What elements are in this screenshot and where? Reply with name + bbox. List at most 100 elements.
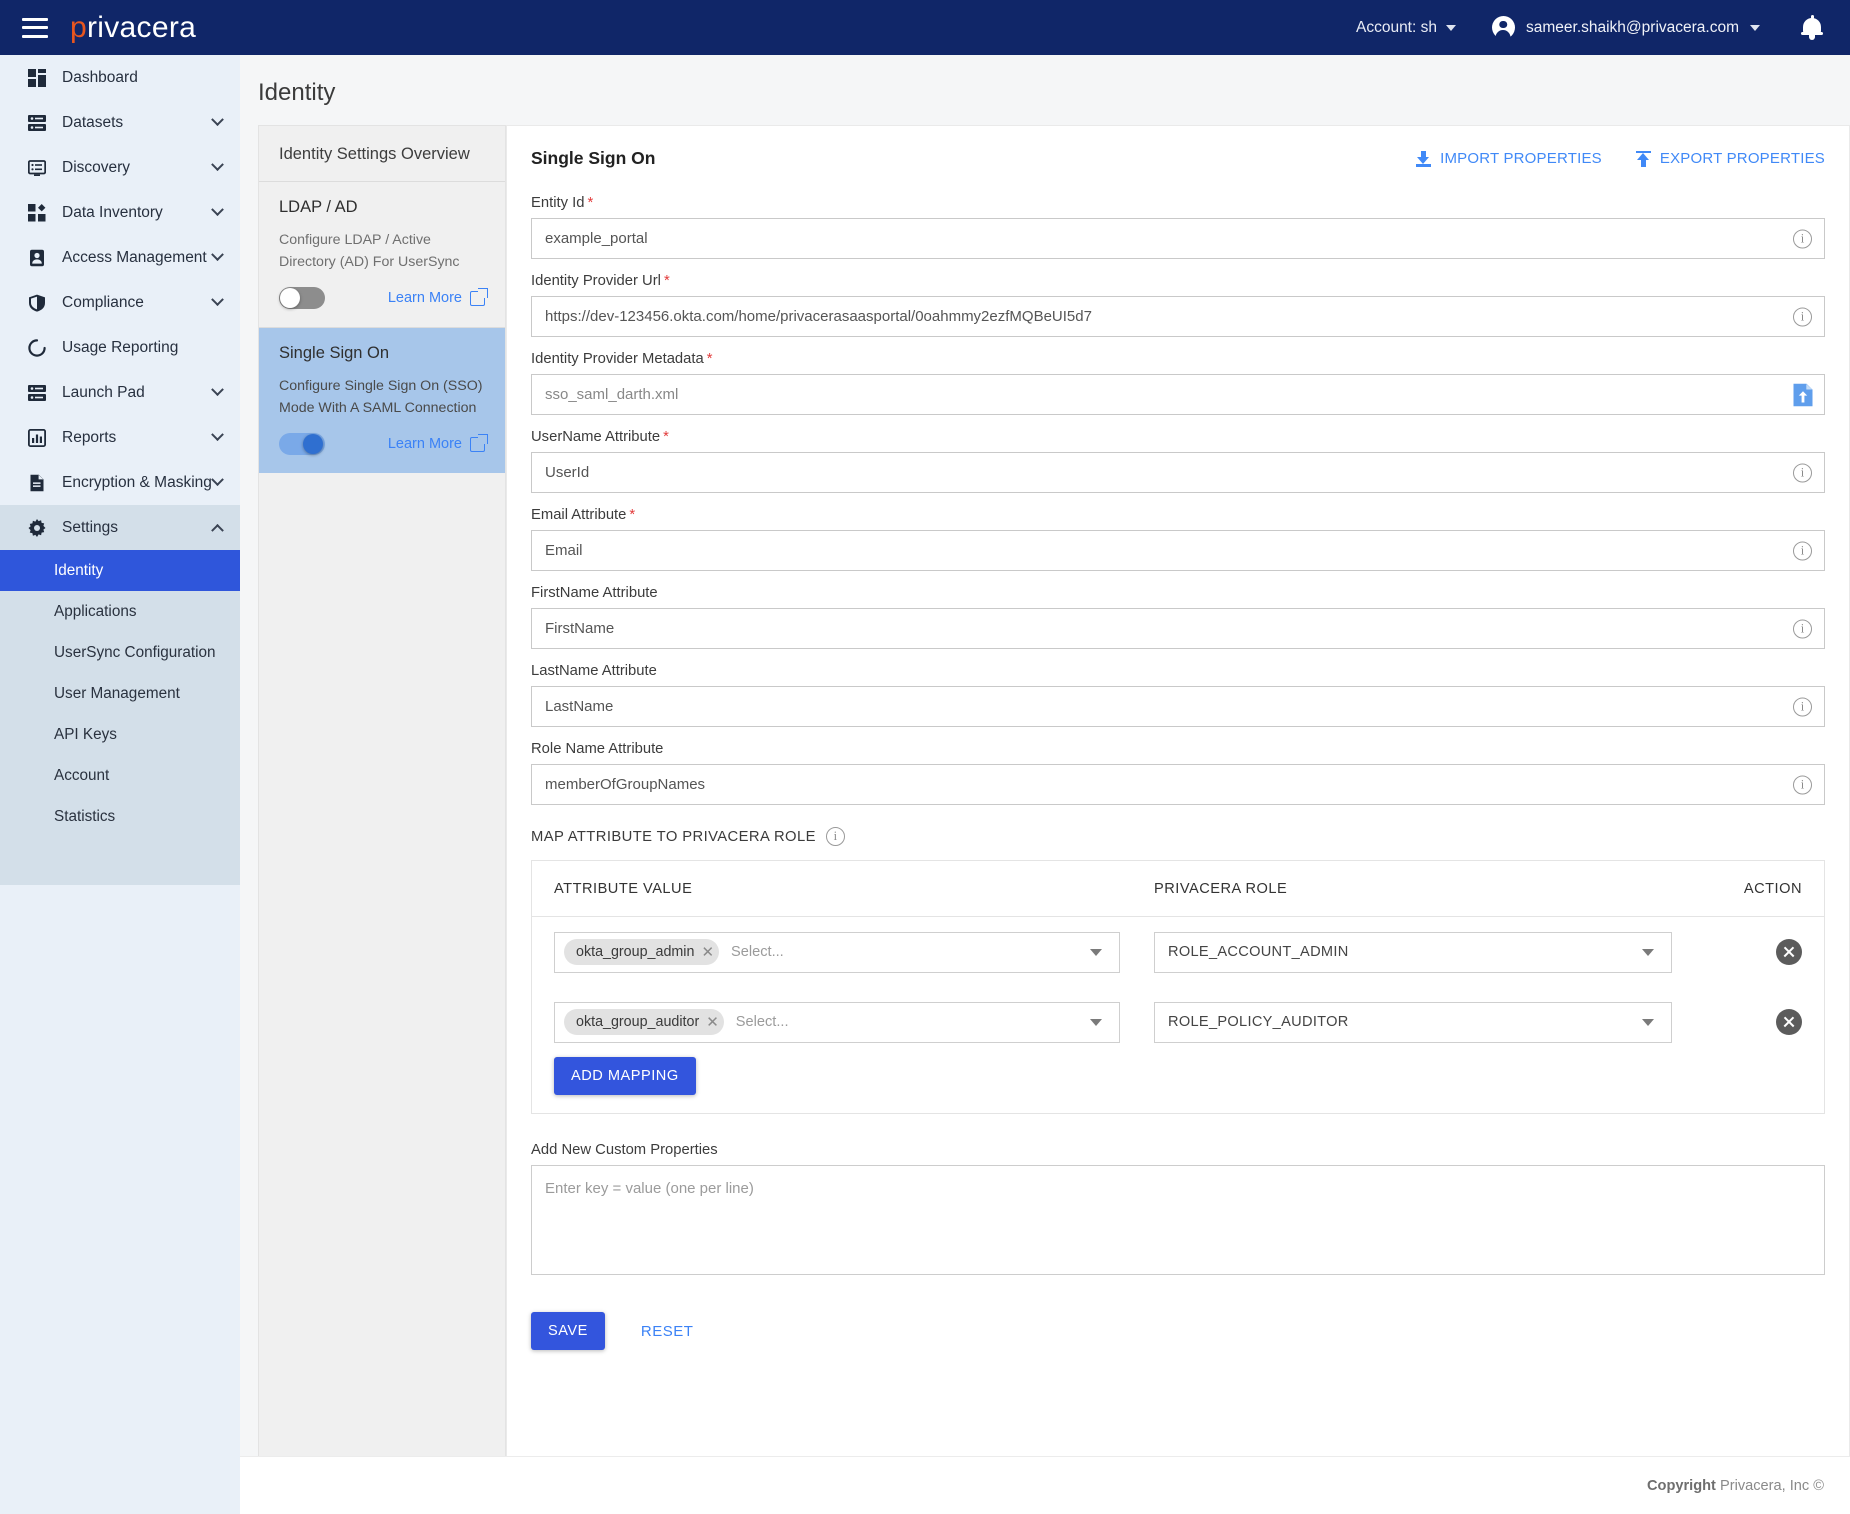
- save-button[interactable]: SAVE: [531, 1312, 605, 1350]
- entity-id-input[interactable]: [531, 218, 1825, 259]
- map-attribute-section-header: MAP ATTRIBUTE TO PRIVACERA ROLE i: [531, 827, 1825, 846]
- reset-button[interactable]: RESET: [635, 1313, 700, 1350]
- column-header-attribute-value: ATTRIBUTE VALUE: [554, 880, 693, 897]
- lastname-attribute-input[interactable]: [531, 686, 1825, 727]
- sidebar-item-usage-reporting[interactable]: Usage Reporting: [0, 325, 240, 370]
- top-bar-right: Account: sh sameer.shaikh@privacera.com: [1356, 14, 1824, 41]
- attribute-value-multiselect[interactable]: okta_group_auditor ✕ Select...: [554, 1001, 1120, 1043]
- user-menu[interactable]: sameer.shaikh@privacera.com: [1491, 16, 1760, 39]
- info-icon[interactable]: i: [825, 827, 845, 846]
- attribute-chip[interactable]: okta_group_admin ✕: [564, 939, 720, 965]
- sidebar-item-label: Access Management: [62, 248, 207, 266]
- email-attribute-input[interactable]: [531, 530, 1825, 571]
- info-icon[interactable]: i: [1793, 307, 1812, 326]
- overview-card-title: Single Sign On: [279, 344, 390, 362]
- ldap-ad-learn-more-link[interactable]: Learn More: [388, 287, 488, 306]
- info-icon[interactable]: i: [1793, 775, 1812, 794]
- export-properties-button[interactable]: EXPORT PROPERTIES: [1635, 150, 1825, 167]
- info-icon[interactable]: i: [1793, 697, 1812, 716]
- delete-mapping-button[interactable]: [1776, 939, 1802, 965]
- import-properties-button[interactable]: IMPORT PROPERTIES: [1416, 150, 1602, 167]
- firstname-attribute-input[interactable]: [531, 608, 1825, 649]
- field-label: Identity Provider Metadata *: [531, 351, 713, 367]
- sidebar-item-usersync-configuration[interactable]: UserSync Configuration: [0, 632, 240, 673]
- cell-attribute-value: okta_group_auditor ✕ Select...: [554, 1001, 1154, 1043]
- account-selector[interactable]: Account: sh: [1356, 19, 1456, 37]
- sidebar-item-user-management[interactable]: User Management: [0, 673, 240, 714]
- sidebar-item-settings[interactable]: Settings: [0, 505, 240, 550]
- sidebar-item-api-keys[interactable]: API Keys: [0, 714, 240, 755]
- sidebar: Dashboard Datasets Discovery Data Invent…: [0, 55, 240, 1456]
- notifications-bell-icon[interactable]: [1800, 14, 1824, 41]
- user-email: sameer.shaikh@privacera.com: [1525, 18, 1739, 36]
- single-sign-on-learn-more-link[interactable]: Learn More: [388, 433, 488, 452]
- gear-icon: [26, 518, 48, 537]
- single-sign-on-toggle[interactable]: [279, 433, 325, 455]
- identity-provider-metadata-input[interactable]: [531, 374, 1825, 415]
- privacera-role-select[interactable]: ROLE_POLICY_AUDITOR: [1154, 1001, 1672, 1043]
- chevron-down-icon: [211, 113, 224, 127]
- sidebar-item-compliance[interactable]: Compliance: [0, 280, 240, 325]
- sidebar-item-access-management[interactable]: Access Management: [0, 235, 240, 280]
- sidebar-item-label: Encryption & Masking: [62, 473, 212, 491]
- reports-icon: [26, 428, 48, 447]
- sidebar-item-datasets[interactable]: Datasets: [0, 100, 240, 145]
- required-asterisk: *: [663, 429, 669, 445]
- sidebar-item-reports[interactable]: Reports: [0, 415, 240, 460]
- copyright-rest: Privacera, Inc ©: [1715, 1477, 1824, 1494]
- menu-toggle-icon[interactable]: [22, 17, 48, 38]
- attribute-chip[interactable]: okta_group_auditor ✕: [564, 1009, 724, 1035]
- datasets-icon: [26, 114, 48, 132]
- info-icon[interactable]: i: [1793, 619, 1812, 638]
- privacera-role-select[interactable]: ROLE_ACCOUNT_ADMIN: [1154, 931, 1672, 973]
- info-icon[interactable]: i: [1793, 541, 1812, 560]
- delete-mapping-button[interactable]: [1776, 1009, 1802, 1035]
- chip-remove-icon[interactable]: ✕: [706, 1015, 719, 1030]
- sidebar-item-label: Reports: [62, 428, 117, 446]
- field-label: FirstName Attribute: [531, 585, 658, 601]
- ldap-ad-toggle[interactable]: [279, 287, 325, 309]
- username-attribute-input[interactable]: [531, 452, 1825, 493]
- overview-card-controls: Learn More: [279, 433, 488, 455]
- sidebar-subitem-label: User Management: [54, 684, 180, 702]
- field-entity-id: Entity Id* i: [531, 195, 1825, 259]
- cell-action: [1706, 1009, 1802, 1035]
- access-management-icon: [26, 249, 48, 267]
- field-role-name-attribute: Role Name Attribute i: [531, 741, 1825, 805]
- field-lastname-attribute: LastName Attribute i: [531, 663, 1825, 727]
- custom-properties-textarea[interactable]: [531, 1165, 1825, 1275]
- overview-card-single-sign-on[interactable]: Single Sign On Configure Single Sign On …: [259, 328, 505, 473]
- sidebar-item-label: Launch Pad: [62, 383, 145, 401]
- sidebar-item-label: Usage Reporting: [62, 338, 179, 356]
- sidebar-item-account[interactable]: Account: [0, 755, 240, 796]
- sidebar-item-data-inventory[interactable]: Data Inventory: [0, 190, 240, 235]
- field-label: LastName Attribute: [531, 663, 657, 679]
- sidebar-item-applications[interactable]: Applications: [0, 591, 240, 632]
- add-mapping-button[interactable]: ADD MAPPING: [554, 1057, 696, 1095]
- attribute-value-multiselect[interactable]: okta_group_admin ✕ Select...: [554, 931, 1120, 973]
- import-properties-label: IMPORT PROPERTIES: [1440, 150, 1602, 167]
- sidebar-item-launch-pad[interactable]: Launch Pad: [0, 370, 240, 415]
- sidebar-item-statistics[interactable]: Statistics: [0, 796, 240, 837]
- page-footer: Copyright Privacera, Inc ©: [0, 1456, 1850, 1514]
- sidebar-item-encryption-masking[interactable]: Encryption & Masking: [0, 460, 240, 505]
- info-icon[interactable]: i: [1793, 463, 1812, 482]
- content-area: Identity Identity Settings Overview LDAP…: [240, 55, 1850, 1459]
- chip-remove-icon[interactable]: ✕: [701, 945, 714, 960]
- footer-sidebar-strip: [0, 1456, 240, 1514]
- chevron-down-icon: [1642, 1018, 1654, 1026]
- chevron-down-icon: [211, 383, 224, 397]
- identity-provider-url-input[interactable]: [531, 296, 1825, 337]
- file-upload-icon[interactable]: [1792, 383, 1814, 407]
- sidebar-item-label: Settings: [62, 518, 119, 536]
- overview-card-ldap-ad[interactable]: LDAP / AD Configure LDAP / Active Direct…: [259, 182, 505, 328]
- info-icon[interactable]: i: [1793, 229, 1812, 248]
- chevron-down-icon: [211, 158, 224, 172]
- sidebar-item-discovery[interactable]: Discovery: [0, 145, 240, 190]
- sidebar-item-dashboard[interactable]: Dashboard: [0, 55, 240, 100]
- role-name-attribute-input[interactable]: [531, 764, 1825, 805]
- form-header-actions: IMPORT PROPERTIES EXPORT PROPERTIES: [1416, 150, 1825, 167]
- field-username-attribute: UserName Attribute* i: [531, 429, 1825, 493]
- sidebar-item-identity[interactable]: Identity: [0, 550, 240, 591]
- form-body: Entity Id* i Identity Provider Url* i: [507, 187, 1849, 1378]
